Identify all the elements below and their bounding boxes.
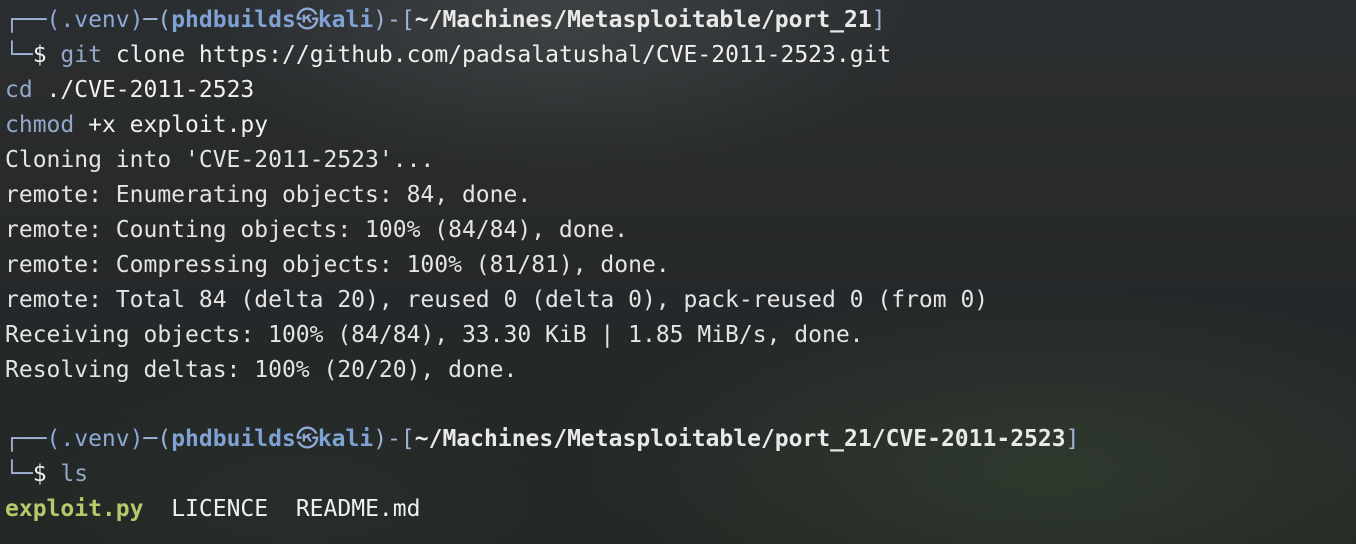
prompt-user: phdbuilds (171, 7, 296, 33)
prompt-user: phdbuilds (171, 426, 296, 452)
prompt-dash: ─ (143, 7, 158, 33)
prompt-dollar: $ (32, 461, 47, 487)
terminal-output: ┌──(.venv)─(phdbuilds㉿kali)-[~/Machines/… (5, 3, 1351, 527)
cd-args: ./CVE-2011-2523 (32, 77, 255, 103)
kali-skull-icon: ㉿ (295, 7, 319, 33)
output-line: remote: Counting objects: 100% (84/84), … (5, 217, 629, 243)
ls-output-line: exploit.py LICENCE README.md (5, 492, 1351, 527)
prompt-corner-bottom: └─ (5, 461, 33, 487)
git-command: git (60, 42, 102, 68)
prompt-line-1: ┌──(.venv)─(phdbuilds㉿kali)-[~/Machines/… (5, 3, 1351, 38)
output-line: Receiving objects: 100% (84/84), 33.30 K… (5, 322, 864, 348)
output-line: remote: Total 84 (delta 20), reused 0 (d… (5, 287, 989, 313)
venv-label: (.venv) (46, 426, 144, 452)
chmod-command-line: chmod +x exploit.py (5, 108, 1351, 143)
prompt-path: ~/Machines/Metasploitable/port_21/CVE-20… (414, 426, 1066, 452)
chmod-args: +x exploit.py (74, 112, 269, 138)
output-line: Resolving deltas: 100% (20/20), done. (5, 357, 518, 383)
git-command-args: clone https://github.com/padsalatushal/C… (115, 42, 892, 68)
prompt-bracket-open: )-[ (373, 426, 415, 452)
prompt-dash: ─ (143, 426, 158, 452)
prompt-corner-bottom: └─ (5, 42, 33, 68)
prompt-corner-top: ┌── (5, 7, 47, 33)
prompt-dollar: $ (32, 42, 47, 68)
prompt-line-2: ┌──(.venv)─(phdbuilds㉿kali)-[~/Machines/… (5, 422, 1351, 457)
file-readme: README.md (295, 496, 421, 522)
command-line-2: └─$ ls (5, 457, 1351, 492)
prompt-bracket-open: )-[ (373, 7, 415, 33)
cd-command: cd (5, 77, 33, 103)
prompt-bracket-close: ] (871, 7, 886, 33)
output-line: remote: Compressing objects: 100% (81/81… (5, 252, 670, 278)
venv-label: (.venv) (46, 7, 144, 33)
chmod-command: chmod (5, 112, 75, 138)
kali-skull-icon: ㉿ (295, 426, 319, 452)
file-licence: LICENCE (171, 496, 269, 522)
cd-command-line: cd ./CVE-2011-2523 (5, 73, 1351, 108)
ls-command: ls (60, 461, 89, 487)
file-exploit-py: exploit.py (5, 496, 144, 522)
prompt-host: kali (317, 7, 374, 33)
output-line: Cloning into 'CVE-2011-2523'... (5, 147, 435, 173)
prompt-host: kali (317, 426, 374, 452)
prompt-bracket-close: ] (1065, 426, 1080, 452)
command-line-1: └─$ git clone https://github.com/padsala… (5, 38, 1351, 73)
prompt-corner-top: ┌── (5, 426, 47, 452)
output-line: remote: Enumerating objects: 84, done. (5, 182, 532, 208)
prompt-path: ~/Machines/Metasploitable/port_21 (414, 7, 872, 33)
